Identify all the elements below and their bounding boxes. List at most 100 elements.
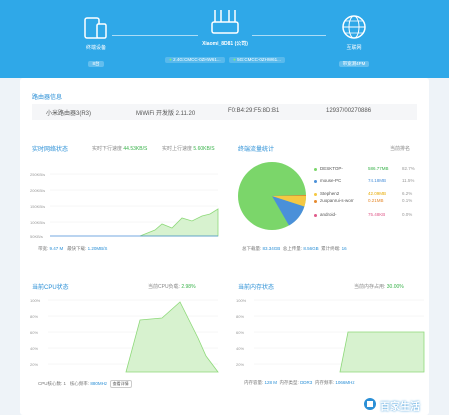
up-speed-label: 实时上行速度 (162, 146, 193, 152)
y-tick: 40% (236, 346, 244, 351)
legend-size: 586.77MB (368, 166, 389, 171)
router-icon (211, 10, 239, 34)
devices-count-badge[interactable]: 8台 (88, 61, 104, 67)
cpu-freq-label: 核心频率: (69, 381, 90, 386)
watermark-logo: 百家生活 (363, 397, 445, 413)
serial-number: 12937/00270886 (326, 108, 372, 114)
legend-size: 75.48KB (368, 212, 386, 217)
legend-item[interactable]: android- 75.48KB 0.0% (314, 212, 449, 219)
globe-icon (342, 15, 366, 39)
memory-usage-value: 30.00% (386, 284, 404, 290)
traffic-footer: 总下载量: 83.34GB 总上传量: 8.56GB 累计终端: 16 (242, 246, 347, 252)
cpu-load-label: 当前CPU负载: (148, 284, 180, 290)
topology-header: 终端设备 8台 Xiaomi_8D81 (公司) ● 2.4G:CMCC-0ZH… (0, 0, 449, 78)
down-speed-value: 44.53KB/S (123, 146, 148, 152)
traffic-chart: DESKTOP- 586.77MB 82.7% mouse-PC 74.18MB… (236, 160, 426, 240)
legend-device: mouse-PC (320, 178, 342, 183)
traffic-sort[interactable]: 当前排名 (390, 145, 410, 152)
bandwidth-value: 9.47 M (49, 246, 64, 251)
legend-item[interactable]: zuopanrui-s-worr 0.21MB 0.1% (314, 198, 449, 205)
router-node[interactable]: Xiaomi_8D81 (公司) ● 2.4G:CMCC-0ZHW61... ●… (160, 8, 290, 66)
y-tick: 100KB/s (30, 220, 45, 225)
wifi-status-dot: ● (169, 57, 172, 62)
wifi-band-24[interactable]: ● 2.4G:CMCC-0ZHW61... (165, 57, 225, 63)
legend-item[interactable]: Stephen2 42.09MB 6.2% (314, 191, 449, 198)
legend-size: 74.18MB (368, 178, 387, 183)
cpu-cores-value: 1 (63, 381, 67, 386)
y-tick: 200KB/s (30, 188, 45, 193)
y-tick: 150KB/s (30, 204, 45, 209)
total-upload-label: 总上传量: (282, 246, 303, 251)
memory-title: 当前内存状态 (238, 285, 275, 291)
total-upload-value: 8.56GB (303, 246, 319, 251)
y-tick: 20% (30, 362, 38, 367)
download-series-area (139, 208, 219, 237)
peak-download-label: 最快下载: (67, 246, 87, 251)
y-tick: 20% (236, 362, 244, 367)
total-download-label: 总下载量: (242, 246, 262, 251)
y-tick: 80% (236, 314, 244, 319)
bandwidth-test-badge[interactable]: 带宽测4PM (338, 61, 370, 67)
legend-device: zuopanrui-s-worr (320, 198, 354, 203)
network-title: 实时网络状态 (32, 147, 69, 153)
cpu-load: 当前CPU负载: 2.98% (148, 283, 196, 290)
network-chart: 250KB/s 200KB/s 150KB/s 100KB/s 50KB/s (30, 158, 220, 240)
firmware-version: MiWiFi 开发版 2.11.20 (136, 111, 196, 117)
y-tick: 100% (236, 298, 247, 303)
memory-capacity-label: 内存容量: (244, 380, 264, 385)
devices-label: 终端设备 (85, 45, 106, 51)
wifi-band-24-label: 2.4G:CMCC-0ZHW61... (173, 57, 221, 62)
peak-download-value: 1.20MB/S (87, 246, 108, 251)
internet-node[interactable]: 互联网 带宽测4PM (330, 14, 378, 70)
legend-item[interactable]: mouse-PC 74.18MB 11.5% (314, 178, 449, 185)
watermark-icon (364, 398, 376, 410)
legend-pct: 6.2% (402, 191, 413, 196)
memory-type-value: DDR3 (300, 380, 313, 385)
cpu-chart: 100% 80% 60% 40% 20% (30, 296, 220, 374)
devices-node[interactable]: 终端设备 8台 (72, 14, 120, 70)
network-footer: 带宽: 9.47 M 最快下载: 1.20MB/S (38, 246, 107, 252)
up-speed-value: 5.60KB/S (193, 146, 215, 152)
memory-usage-label: 当前内存占用: (354, 284, 386, 290)
legend-pct: 11.5% (402, 178, 415, 183)
cpu-details-button[interactable]: 查看详情 (109, 380, 132, 388)
y-tick: 80% (30, 314, 38, 319)
y-tick: 60% (236, 330, 244, 335)
y-tick: 40% (30, 346, 38, 351)
legend-pct: 0.1% (402, 198, 413, 203)
legend-swatch (314, 214, 317, 217)
router-model: 小米路由器3(R3) (46, 111, 92, 117)
memory-series-area (339, 331, 425, 373)
cpu-footer: CPU核心数: 1 核心频率: 880MHz 查看详情 (38, 380, 132, 388)
legend-swatch (314, 168, 317, 171)
memory-footer: 内存容量: 128 M 内存类型: DDR3 内存频率: 1066MHz (244, 380, 355, 386)
legend-pct: 0.0% (402, 212, 413, 217)
down-speed: 实时下行速度 44.53KB/S (92, 145, 147, 152)
cpu-cores-label: CPU核心数: (38, 381, 63, 386)
router-info-bar: 小米路由器3(R3) MiWiFi 开发版 2.11.20 F0:B4:29:F… (32, 104, 417, 120)
down-speed-label: 实时下行速度 (92, 146, 123, 152)
legend-device: Stephen2 (320, 191, 340, 196)
legend-device: DESKTOP- (320, 166, 343, 171)
legend-device: android- (320, 212, 337, 217)
watermark-text: 百家生活 (380, 402, 420, 413)
legend-swatch (314, 200, 317, 203)
memory-chart: 100% 80% 60% 40% 20% (236, 296, 426, 374)
wifi-band-5[interactable]: ● 5G:CMCC-0ZHW61... (229, 57, 285, 63)
status-card: 路由器信息 小米路由器3(R3) MiWiFi 开发版 2.11.20 F0:B… (20, 78, 429, 415)
memory-type-label: 内存类型: (279, 380, 299, 385)
cpu-title: 当前CPU状态 (32, 285, 69, 291)
memory-capacity-value: 128 M (264, 380, 278, 385)
router-name: Xiaomi_8D81 (公司) (202, 41, 248, 47)
wifi-band-5-label: 5G:CMCC-0ZHW61... (237, 57, 281, 62)
legend-size: 42.09MB (368, 191, 387, 196)
cpu-series-area (125, 301, 219, 373)
y-tick: 60% (30, 330, 38, 335)
legend-size: 0.21MB (368, 198, 384, 203)
legend-item[interactable]: DESKTOP- 586.77MB 82.7% (314, 166, 449, 173)
memory-usage: 当前内存占用: 30.00% (354, 283, 404, 290)
internet-label: 互联网 (346, 45, 362, 51)
y-tick: 100% (30, 298, 41, 303)
y-tick: 50KB/s (30, 234, 43, 239)
cpu-freq-value: 880MHz (90, 381, 108, 386)
